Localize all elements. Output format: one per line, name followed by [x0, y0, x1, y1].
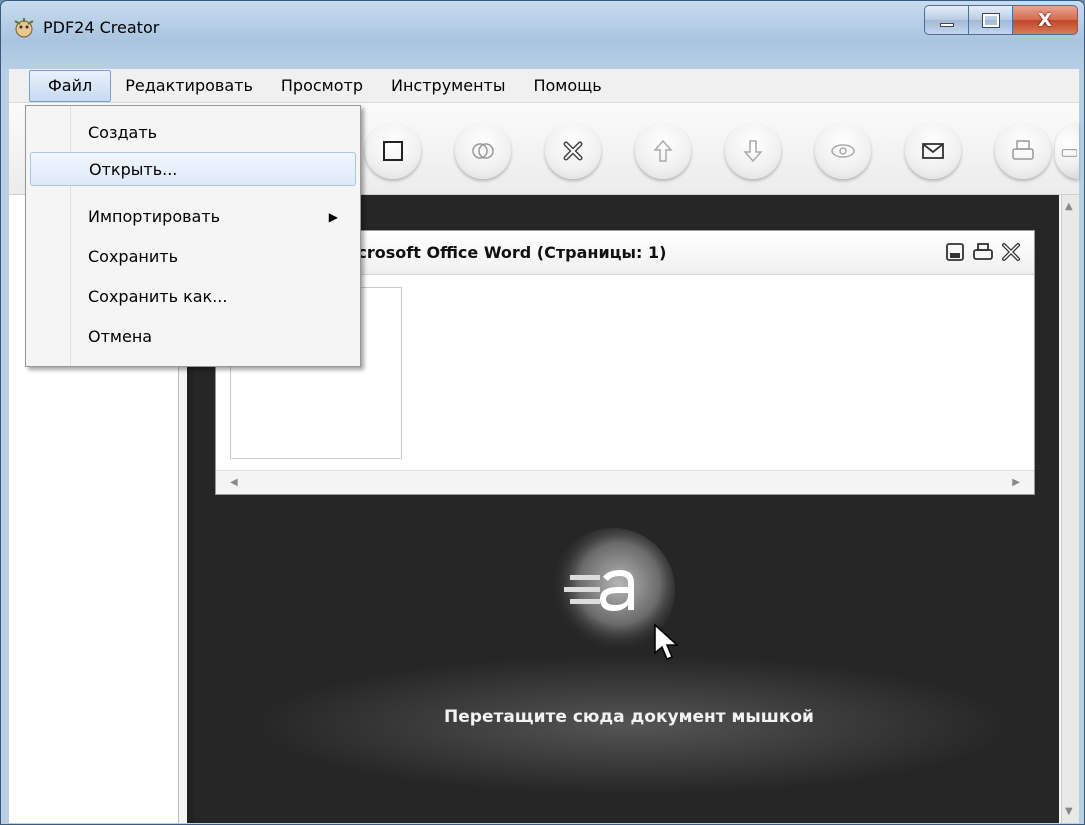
menu-help[interactable]: Помощь [519, 71, 615, 101]
print-icon [1012, 140, 1034, 160]
delete-icon [563, 141, 583, 161]
menu-item-cancel[interactable]: Отмена [30, 320, 356, 354]
print-button[interactable] [995, 123, 1051, 179]
menu-edit[interactable]: Редактировать [111, 71, 267, 101]
menu-item-open[interactable]: Открыть... [30, 152, 356, 186]
menu-item-create[interactable]: Создать [30, 116, 356, 150]
menu-item-import-label: Импортировать [88, 207, 221, 226]
preview-icon [831, 144, 855, 158]
merge-icon [472, 143, 494, 159]
print-doc-icon[interactable] [972, 241, 994, 263]
merge-button[interactable] [455, 123, 511, 179]
menu-file[interactable]: Файл [29, 69, 112, 102]
move-down-button[interactable] [725, 123, 781, 179]
scroll-down-icon[interactable]: ▼ [1065, 806, 1073, 817]
delete-button[interactable] [545, 123, 601, 179]
move-up-icon [653, 139, 673, 162]
menu-tools[interactable]: Инструменты [377, 71, 520, 101]
minimize-button[interactable] [924, 5, 968, 35]
mouse-cursor-icon [654, 623, 679, 660]
app-window: PDF24 Creator X Файл Редактировать Просм… [0, 0, 1085, 825]
minimize-icon [939, 23, 954, 27]
close-doc-icon[interactable] [1000, 241, 1022, 263]
menu-item-save[interactable]: Сохранить [30, 240, 356, 274]
window-title: PDF24 Creator [43, 18, 160, 37]
window-controls: X [924, 5, 1078, 35]
move-down-icon [743, 140, 763, 163]
horizontal-scrollbar[interactable]: ◀ ▶ [216, 470, 1034, 494]
title-bar[interactable]: PDF24 Creator X [1, 1, 1084, 61]
scroll-up-icon[interactable]: ▲ [1065, 201, 1073, 212]
document-title: Microsoft Office Word (Страницы: 1) [336, 243, 667, 262]
email-icon [922, 143, 944, 159]
maximize-button[interactable] [968, 5, 1012, 35]
scroll-right-icon[interactable]: ▶ [1012, 477, 1020, 488]
drop-hint-text: Перетащите сюда документ мышкой [444, 707, 814, 727]
menu-item-import[interactable]: Импортировать ▶ [30, 200, 356, 234]
menu-item-save-as[interactable]: Сохранить как... [30, 280, 356, 314]
email-button[interactable] [905, 123, 961, 179]
vertical-scrollbar[interactable]: ▲ ▼ [1061, 195, 1079, 823]
submenu-arrow-icon: ▶ [328, 210, 338, 224]
menu-view[interactable]: Просмотр [267, 71, 377, 101]
document-actions [944, 241, 1022, 263]
close-icon: X [1038, 9, 1052, 31]
save-icon[interactable] [944, 241, 966, 263]
menu-bar: Файл Редактировать Просмотр Инструменты … [9, 69, 1079, 103]
new-page-icon [383, 141, 403, 161]
printer-icon [1061, 149, 1077, 157]
maximize-icon [981, 12, 1000, 28]
scroll-left-icon[interactable]: ◀ [230, 477, 238, 488]
preview-button[interactable] [815, 123, 871, 179]
close-button[interactable]: X [1012, 5, 1078, 35]
file-dropdown-menu: Создать Открыть... Импортировать ▶ Сохра… [25, 105, 361, 367]
move-up-button[interactable] [635, 123, 691, 179]
pdf24-app-icon [14, 18, 34, 38]
new-page-button[interactable] [365, 123, 421, 179]
printer-button[interactable] [1055, 123, 1079, 179]
